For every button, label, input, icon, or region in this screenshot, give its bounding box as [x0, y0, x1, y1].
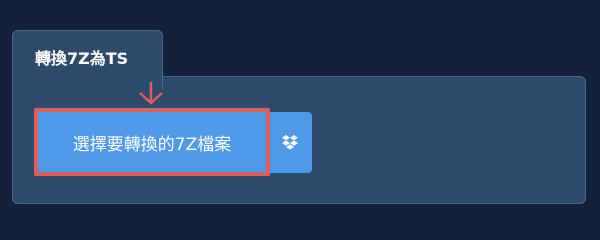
select-file-label: 選擇要轉換的7Z檔案: [72, 134, 232, 155]
pointer-arrow-icon: [139, 82, 163, 105]
dropbox-icon: [282, 134, 298, 150]
select-file-button[interactable]: 選擇要轉換的7Z檔案: [34, 108, 270, 176]
converter-tab[interactable]: 轉換7Z為TS: [12, 30, 163, 90]
tab-title: 轉換7Z為TS: [35, 49, 129, 68]
dropbox-button[interactable]: [268, 112, 312, 173]
